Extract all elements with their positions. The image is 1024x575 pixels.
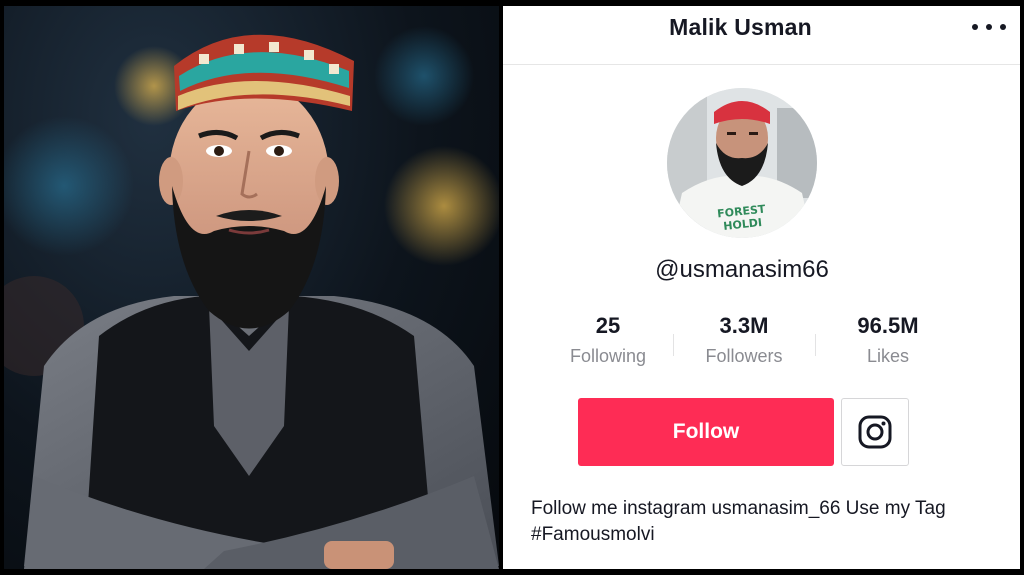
more-horizontal-icon[interactable] <box>972 16 1006 38</box>
instagram-button[interactable] <box>841 398 909 466</box>
stat-divider <box>673 334 674 356</box>
avatar[interactable]: FOREST HOLDI <box>667 88 817 238</box>
profile-panel: Malik Usman FOREST HOLDI @usmanasim66 25… <box>503 6 1020 569</box>
stat-label: Followers <box>705 346 783 366</box>
instagram-icon <box>858 415 892 449</box>
follow-button[interactable]: Follow <box>578 398 834 466</box>
collage: Malik Usman FOREST HOLDI @usmanasim66 25… <box>0 0 1024 575</box>
stat-value: 25 <box>595 313 621 338</box>
stat-following[interactable]: 25 Following <box>543 312 673 367</box>
top-bar: Malik Usman <box>503 6 1020 65</box>
stat-value: 3.3M <box>719 313 769 338</box>
stat-value: 96.5M <box>857 313 919 338</box>
stat-followers[interactable]: 3.3M Followers <box>679 312 809 367</box>
stat-label: Likes <box>866 346 910 366</box>
username: @usmanasim66 <box>655 256 829 283</box>
profile-display-name: Malik Usman <box>669 14 812 40</box>
stat-likes[interactable]: 96.5M Likes <box>823 312 953 367</box>
portrait-photo <box>4 6 499 569</box>
profile-bio: Follow me instagram usmanasim_66 Use my … <box>531 498 946 545</box>
profile-stats: 25 Following 3.3M Followers 96.5M Likes <box>543 312 973 382</box>
stat-divider <box>815 334 816 356</box>
stat-label: Following <box>569 346 647 366</box>
